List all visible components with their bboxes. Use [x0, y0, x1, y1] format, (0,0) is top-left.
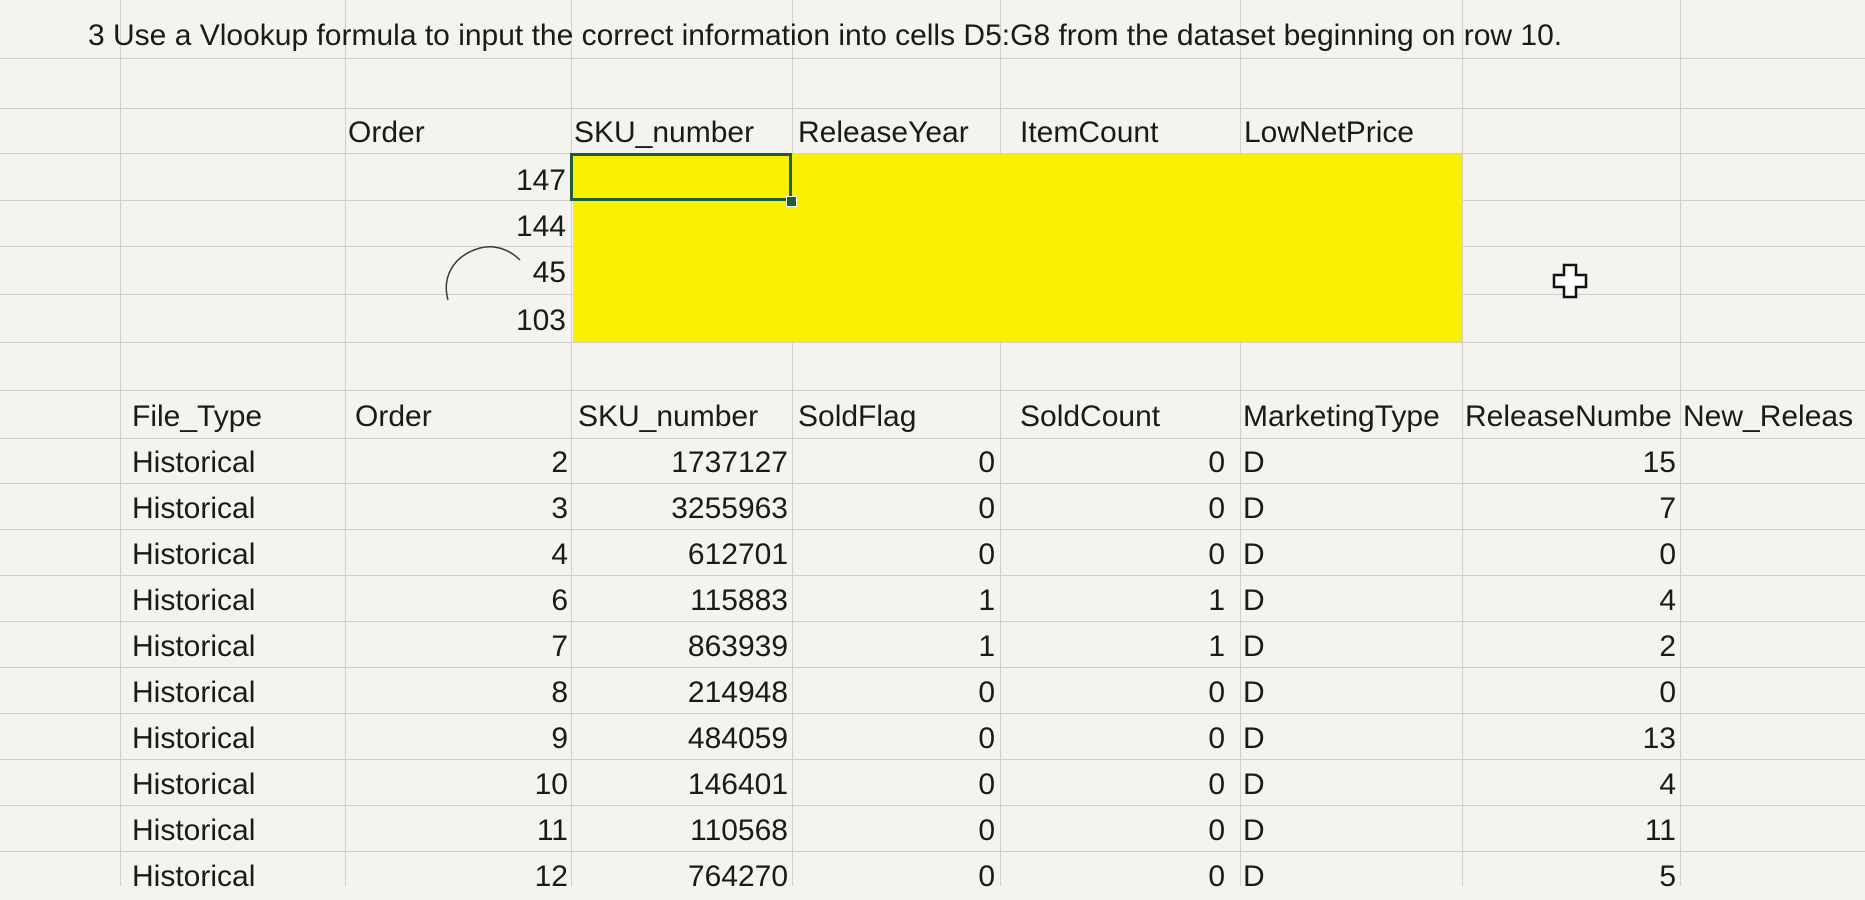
soldcount-cell[interactable]: 0: [1003, 854, 1225, 900]
order-cell[interactable]: 9: [348, 716, 568, 762]
marketingtype-cell[interactable]: D: [1243, 624, 1453, 670]
file-type-cell[interactable]: Historical: [132, 670, 342, 716]
order-cell[interactable]: 3: [348, 486, 568, 532]
sku-cell[interactable]: 764270: [574, 854, 788, 900]
soldcount-cell[interactable]: 0: [1003, 670, 1225, 716]
dataset-header-releasenumber[interactable]: ReleaseNumbe: [1465, 394, 1679, 440]
soldflag-cell[interactable]: 0: [795, 762, 995, 808]
soldcount-cell[interactable]: 0: [1003, 808, 1225, 854]
releasenumber-cell[interactable]: 11: [1465, 808, 1676, 854]
order-cell[interactable]: 12: [348, 854, 568, 900]
sku-cell[interactable]: 484059: [574, 716, 788, 762]
marketingtype-cell[interactable]: D: [1243, 762, 1453, 808]
file-type-cell[interactable]: Historical: [132, 624, 342, 670]
marketingtype-cell[interactable]: D: [1243, 854, 1453, 900]
dataset-header-sku[interactable]: SKU_number: [578, 394, 790, 440]
dataset-header-soldcount[interactable]: SoldCount: [1020, 394, 1238, 440]
lookup-header-order[interactable]: Order: [348, 110, 568, 156]
soldflag-cell[interactable]: 1: [795, 624, 995, 670]
lookup-header-itemcount[interactable]: ItemCount: [1020, 110, 1238, 156]
lookup-header-lownetprice[interactable]: LowNetPrice: [1244, 110, 1460, 156]
marketingtype-cell[interactable]: D: [1243, 670, 1453, 716]
soldcount-cell[interactable]: 1: [1003, 624, 1225, 670]
soldcount-cell[interactable]: 0: [1003, 440, 1225, 486]
releasenumber-cell[interactable]: 4: [1465, 578, 1676, 624]
sku-cell[interactable]: 110568: [574, 808, 788, 854]
sku-cell[interactable]: 863939: [574, 624, 788, 670]
marketingtype-cell[interactable]: D: [1243, 578, 1453, 624]
soldcount-cell[interactable]: 1: [1003, 578, 1225, 624]
releasenumber-cell[interactable]: 7: [1465, 486, 1676, 532]
marketingtype-cell[interactable]: D: [1243, 440, 1453, 486]
spreadsheet-grid: 3 Use a Vlookup formula to input the cor…: [0, 0, 1865, 893]
marketingtype-cell[interactable]: D: [1243, 716, 1453, 762]
lookup-order-cell[interactable]: 147: [348, 158, 566, 204]
soldflag-cell[interactable]: 0: [795, 670, 995, 716]
order-cell[interactable]: 8: [348, 670, 568, 716]
sku-cell[interactable]: 214948: [574, 670, 788, 716]
instruction-text: 3 Use a Vlookup formula to input the cor…: [88, 19, 1563, 52]
soldcount-cell[interactable]: 0: [1003, 532, 1225, 578]
releasenumber-cell[interactable]: 0: [1465, 670, 1676, 716]
soldflag-cell[interactable]: 0: [795, 532, 995, 578]
sku-cell[interactable]: 3255963: [574, 486, 788, 532]
lookup-header-releaseyear[interactable]: ReleaseYear: [798, 110, 998, 156]
order-cell[interactable]: 2: [348, 440, 568, 486]
order-cell[interactable]: 10: [348, 762, 568, 808]
sku-cell[interactable]: 1737127: [574, 440, 788, 486]
file-type-cell[interactable]: Historical: [132, 762, 342, 808]
releasenumber-cell[interactable]: 0: [1465, 532, 1676, 578]
soldflag-cell[interactable]: 0: [795, 486, 995, 532]
marketingtype-cell[interactable]: D: [1243, 532, 1453, 578]
dataset-header-soldflag[interactable]: SoldFlag: [798, 394, 998, 440]
marketingtype-cell[interactable]: D: [1243, 486, 1453, 532]
releasenumber-cell[interactable]: 5: [1465, 854, 1676, 900]
active-cell-d5[interactable]: [570, 153, 792, 201]
plus-cursor-icon: [1552, 263, 1588, 299]
dataset-header-order[interactable]: Order: [355, 394, 569, 440]
dataset-header-marketingtype[interactable]: MarketingType: [1243, 394, 1461, 440]
order-cell[interactable]: 6: [348, 578, 568, 624]
file-type-cell[interactable]: Historical: [132, 532, 342, 578]
file-type-cell[interactable]: Historical: [132, 486, 342, 532]
file-type-cell[interactable]: Historical: [132, 716, 342, 762]
releasenumber-cell[interactable]: 4: [1465, 762, 1676, 808]
sku-cell[interactable]: 115883: [574, 578, 788, 624]
soldflag-cell[interactable]: 1: [795, 578, 995, 624]
marketingtype-cell[interactable]: D: [1243, 808, 1453, 854]
releasenumber-cell[interactable]: 13: [1465, 716, 1676, 762]
sku-cell[interactable]: 612701: [574, 532, 788, 578]
file-type-cell[interactable]: Historical: [132, 854, 342, 900]
file-type-cell[interactable]: Historical: [132, 440, 342, 486]
dataset-header-new-release[interactable]: New_Releas: [1683, 394, 1865, 440]
releasenumber-cell[interactable]: 2: [1465, 624, 1676, 670]
releasenumber-cell[interactable]: 15: [1465, 440, 1676, 486]
order-cell[interactable]: 4: [348, 532, 568, 578]
soldflag-cell[interactable]: 0: [795, 854, 995, 900]
order-cell[interactable]: 11: [348, 808, 568, 854]
dataset-header-file-type[interactable]: File_Type: [132, 394, 342, 440]
soldflag-cell[interactable]: 0: [795, 716, 995, 762]
soldcount-cell[interactable]: 0: [1003, 486, 1225, 532]
file-type-cell[interactable]: Historical: [132, 578, 342, 624]
soldcount-cell[interactable]: 0: [1003, 716, 1225, 762]
order-cell[interactable]: 7: [348, 624, 568, 670]
pen-scribble: [445, 246, 521, 301]
soldflag-cell[interactable]: 0: [795, 808, 995, 854]
soldcount-cell[interactable]: 0: [1003, 762, 1225, 808]
file-type-cell[interactable]: Historical: [132, 808, 342, 854]
sku-cell[interactable]: 146401: [574, 762, 788, 808]
lookup-header-sku[interactable]: SKU_number: [574, 110, 790, 156]
fill-handle[interactable]: [786, 196, 797, 207]
soldflag-cell[interactable]: 0: [795, 440, 995, 486]
